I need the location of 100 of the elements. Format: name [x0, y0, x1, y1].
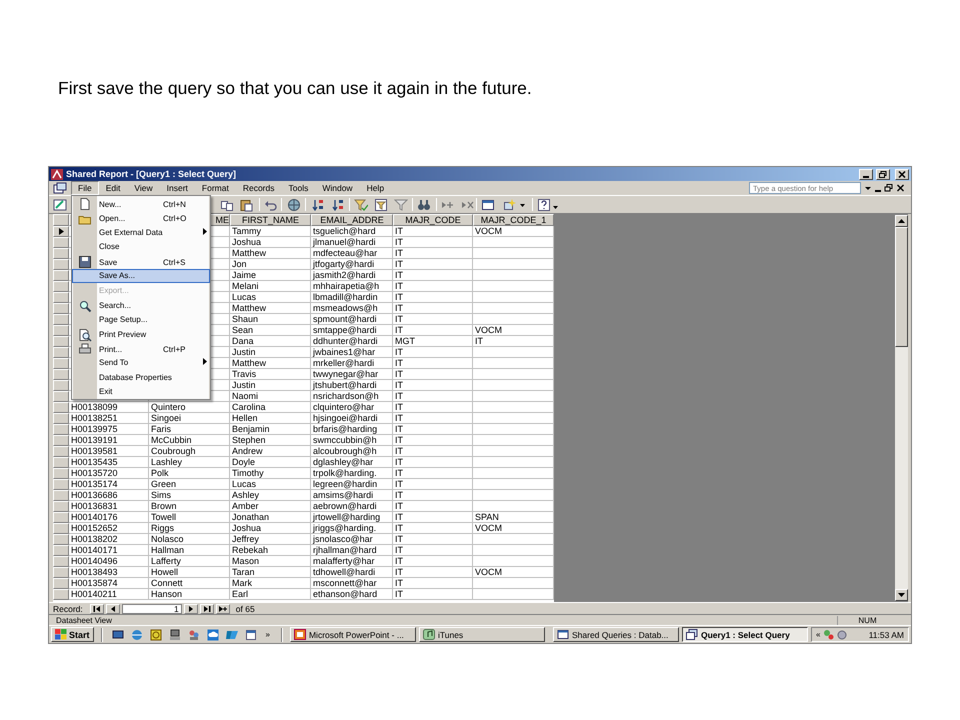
table-cell: IT [393, 303, 473, 314]
close-button[interactable] [895, 168, 909, 180]
taskbar-button[interactable]: Microsoft PowerPoint - ... [290, 627, 416, 642]
record-number-field[interactable]: 1 [122, 604, 182, 614]
next-record-button[interactable] [184, 604, 198, 614]
menu-item[interactable]: Search... [72, 298, 210, 312]
menu-item[interactable]: Print Preview [72, 326, 210, 341]
table-cell: IT [393, 413, 473, 424]
menu-item[interactable]: Close [72, 240, 210, 254]
menu-item[interactable]: Save As... [72, 268, 210, 283]
menu[interactable]: Window [315, 181, 360, 195]
menu[interactable]: View [127, 181, 160, 195]
filter-by-selection-icon[interactable] [354, 198, 368, 212]
table-cell: Joshua [230, 523, 311, 534]
table-cell: IT [393, 523, 473, 534]
search-icon [78, 298, 92, 312]
speaker-icon[interactable] [837, 630, 848, 640]
desktop-icon[interactable] [112, 628, 124, 640]
select-all-button[interactable] [53, 214, 69, 226]
scroll-up-button[interactable] [895, 215, 908, 227]
dropdown-caret-icon[interactable] [864, 184, 872, 192]
previous-record-button[interactable] [106, 604, 120, 614]
menu-item[interactable]: Send To [72, 356, 210, 370]
first-arrow-icon [92, 606, 101, 612]
table-cell: Sean [230, 325, 311, 336]
paste-icon[interactable] [239, 198, 253, 212]
menu[interactable]: Help [360, 181, 392, 195]
network-icon[interactable] [823, 629, 834, 640]
sort-ascending-icon[interactable] [311, 198, 325, 212]
start-button[interactable]: Start [51, 627, 94, 642]
table-cell: Sims [149, 490, 230, 501]
application-icon [51, 168, 63, 180]
table-cell: legreen@hardin [311, 479, 393, 490]
table-cell: smtappe@hardi [311, 325, 393, 336]
table-cell: Benjamin [230, 424, 311, 435]
menu-item[interactable]: Open... Ctrl+O [72, 210, 210, 225]
table-cell: dglashley@har [311, 457, 393, 468]
minimize-button[interactable] [859, 168, 873, 180]
globe-icon[interactable] [130, 628, 143, 640]
slide-caption: First save the query so that you can use it again in the future. [58, 78, 533, 99]
new-object-icon[interactable] [503, 198, 517, 212]
menu-item[interactable]: New... Ctrl+N [72, 196, 210, 210]
table-cell: H00140496 [69, 556, 149, 567]
menu[interactable]: Edit [98, 181, 128, 195]
window-icon[interactable] [244, 628, 257, 640]
menu-item[interactable]: Save Ctrl+S [72, 254, 210, 268]
menu[interactable]: Records [236, 181, 282, 195]
window-menu-icon[interactable] [53, 182, 67, 194]
table-cell: nsrichardson@h [311, 391, 393, 402]
print-preview-icon [78, 328, 92, 342]
close-icon[interactable] [896, 184, 905, 192]
vertical-scrollbar[interactable] [895, 215, 908, 601]
menu-item[interactable]: Page Setup... [72, 312, 210, 326]
show-hidden-icons-button[interactable]: « [816, 630, 820, 639]
table-cell: Mason [230, 556, 311, 567]
menu[interactable]: Insert [160, 181, 195, 195]
column-header[interactable]: FIRST_NAME [230, 214, 311, 226]
record-selector[interactable] [53, 226, 69, 237]
shapes-icon[interactable] [226, 628, 238, 640]
table-cell: Melani [230, 281, 311, 292]
menu[interactable]: File [71, 181, 99, 195]
column-header[interactable]: MAJR_CODE [393, 214, 473, 226]
menu[interactable]: Format [194, 181, 236, 195]
funnel-icon[interactable] [394, 198, 408, 212]
people-icon[interactable] [188, 628, 200, 640]
first-record-button[interactable] [90, 604, 104, 614]
table-cell: VOCM [473, 325, 554, 336]
taskbar-button[interactable]: iTunes [418, 627, 545, 642]
last-record-button[interactable] [200, 604, 214, 614]
table-cell: Matthew [230, 358, 311, 369]
help-icon[interactable] [537, 198, 551, 212]
binoculars-icon[interactable] [417, 198, 431, 212]
menu-item[interactable]: Get External Data [72, 225, 210, 240]
column-header[interactable]: EMAIL_ADDRE [311, 214, 393, 226]
computer-icon[interactable] [168, 628, 181, 640]
database-window-icon[interactable] [481, 198, 495, 212]
menu-item[interactable]: Exit [72, 384, 210, 399]
more-quick-launch-button[interactable]: » [262, 630, 274, 639]
table-cell: jrtowell@harding [311, 512, 393, 523]
taskbar-button[interactable]: Query1 : Select Query [682, 627, 808, 642]
table-cell: Hellen [230, 413, 311, 424]
table-cell: IT [393, 435, 473, 446]
menu[interactable]: Tools [281, 181, 316, 195]
submenu-arrow-icon [203, 358, 207, 366]
table-cell: Polk [149, 468, 230, 479]
column-header[interactable]: ME [216, 215, 229, 225]
menu-item[interactable]: Print... Ctrl+P [72, 341, 210, 356]
scroll-down-button[interactable] [895, 589, 908, 601]
new-record-button[interactable] [216, 604, 230, 614]
filter-by-form-icon[interactable] [374, 198, 388, 212]
taskbar-button[interactable]: Shared Queries : Datab... [553, 627, 679, 642]
view-icon[interactable] [53, 198, 67, 212]
scroll-thumb[interactable] [895, 227, 908, 347]
table-cell: Hanson [149, 589, 230, 600]
menu-item[interactable]: Database Properties [72, 370, 210, 384]
restore-button[interactable] [876, 168, 890, 180]
sort-descending-icon[interactable] [331, 198, 345, 212]
cloud-icon[interactable] [206, 628, 219, 640]
globe-icon[interactable] [287, 198, 301, 212]
column-header[interactable]: MAJR_CODE_1 [473, 214, 554, 226]
